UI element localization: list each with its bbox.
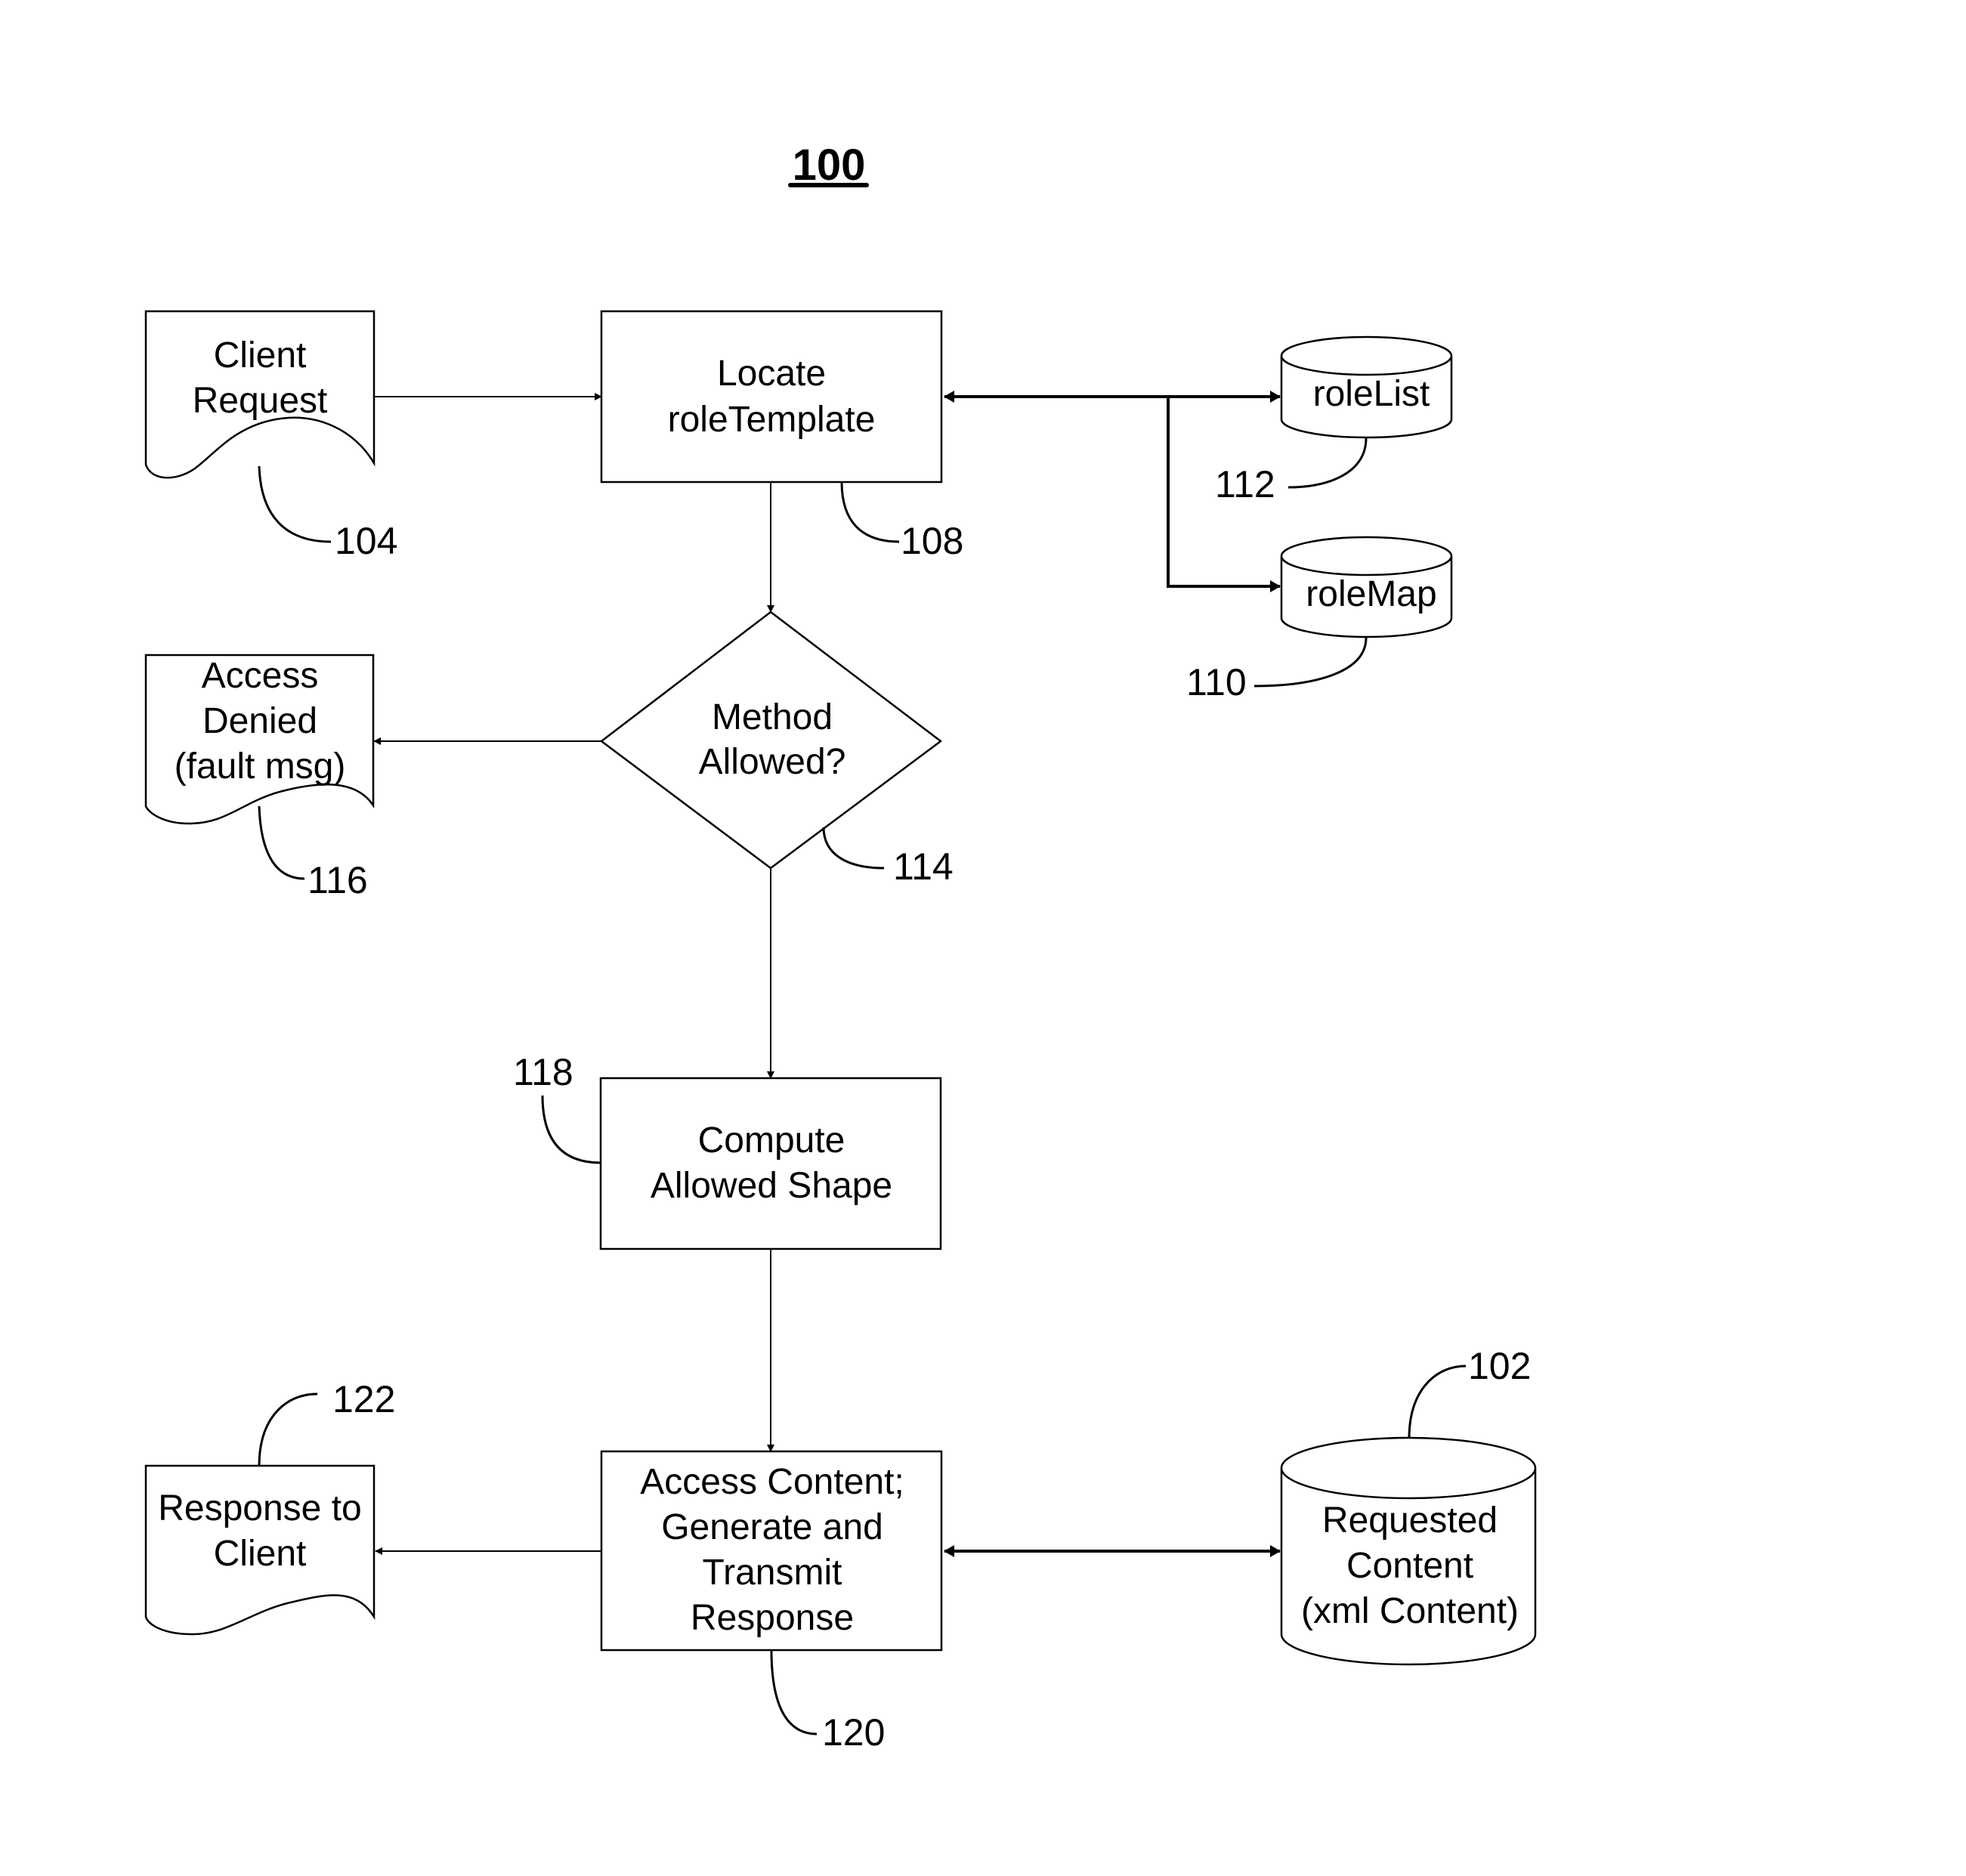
ref-number: 108 [901,520,963,562]
ref-number: 122 [332,1378,395,1420]
decision-diamond [599,610,943,870]
node-label-line: Request [193,381,328,421]
ref-leader-line [822,827,885,870]
node-role-map: roleMap 110 [1186,536,1453,703]
node-label-line: Response to [158,1488,362,1528]
flowchart-diagram: 100 Client Request 104 Locate roleTempla… [144,141,1537,1754]
node-client-request: Client Request 104 [144,310,397,562]
node-label-line: Requested [1322,1500,1498,1541]
node-label-line: Transmit [703,1553,842,1593]
node-label-line: Denied [202,701,317,741]
ref-number: 114 [893,845,954,888]
node-access-denied: Access Denied (fault msg) 116 [144,654,375,901]
ref-leader-line [770,1649,818,1735]
node-label-line: Locate [717,354,826,394]
ref-number: 118 [513,1051,573,1093]
ref-number: 112 [1215,463,1275,505]
node-compute-allowed-shape: Compute Allowed Shape 118 [513,1051,942,1250]
node-label-line: Client [214,335,307,376]
node-label-line: roleTemplate [668,400,876,440]
node-requested-content: Requested Content (xml Content) 102 [1280,1345,1537,1666]
node-locate-role-template: Locate roleTemplate 108 [600,310,963,562]
ref-leader-line [1253,637,1368,688]
node-label-line: Response [691,1598,854,1638]
node-response-to-client: Response to Client 122 [144,1378,395,1636]
ref-leader-line [1408,1365,1467,1439]
ref-leader-line [258,805,305,880]
process-box [600,310,943,484]
node-label-line: roleMap [1306,574,1436,614]
node-label-line: Compute [698,1120,845,1161]
node-label-line: Access [202,656,319,696]
node-label-line: Method [712,697,833,737]
ref-leader-line [541,1095,601,1164]
ref-leader-line [258,465,332,543]
ref-number: 102 [1468,1345,1531,1387]
node-label-line: roleList [1313,374,1430,414]
connectors [373,391,1281,1557]
node-label-line: Client [214,1534,307,1574]
cylinder-top [1280,536,1453,576]
ref-leader-line [1287,437,1368,489]
figure-title: 100 [788,141,869,190]
ref-leader-line [258,1392,318,1466]
node-label-line: Generate and [661,1507,883,1547]
node-access-content: Access Content; Generate and Transmit Re… [600,1450,943,1754]
node-label-line: Allowed? [699,742,846,782]
node-label-line: Allowed Shape [651,1166,892,1206]
cylinder-top [1280,335,1453,376]
node-label-line: Access Content; [640,1462,904,1502]
process-box [599,1077,942,1250]
ref-number: 110 [1186,661,1247,703]
cylinder-top [1280,1436,1537,1500]
node-label-line: (xml Content) [1301,1591,1519,1631]
node-method-allowed: Method Allowed? 114 [599,610,954,888]
node-label-line: (fault msg) [175,746,346,787]
figure-number: 100 [793,141,866,190]
ref-number: 120 [822,1711,885,1754]
ref-number: 116 [308,859,368,901]
ref-leader-line [840,481,900,543]
node-label-line: Content [1346,1546,1473,1586]
node-role-list: roleList 112 [1215,335,1453,505]
ref-number: 104 [335,520,397,562]
